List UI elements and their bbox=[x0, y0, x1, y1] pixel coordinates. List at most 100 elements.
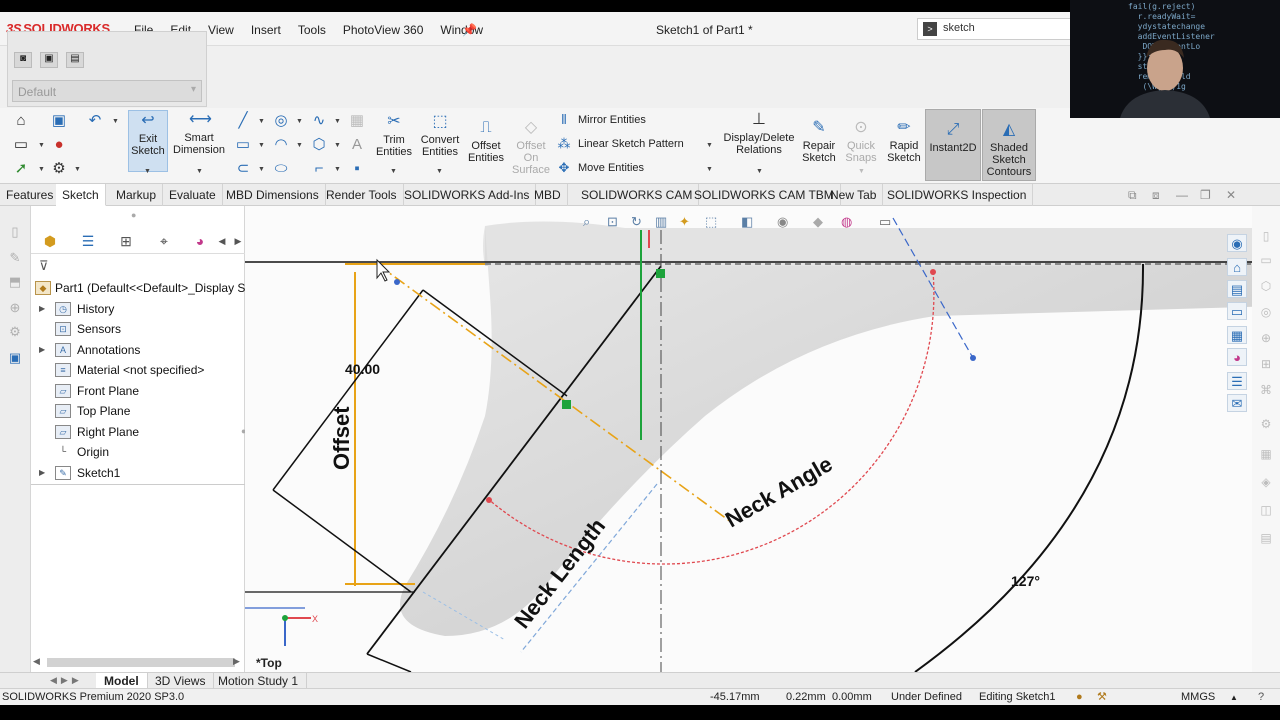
coincident-point-top[interactable] bbox=[656, 269, 665, 278]
convert-dropdown-icon[interactable]: ▼ bbox=[436, 168, 443, 175]
search-box[interactable]: > bbox=[917, 18, 1087, 40]
custom-properties-icon[interactable]: ☰ bbox=[1227, 372, 1247, 390]
filter-icon[interactable]: ⊽ bbox=[39, 258, 49, 274]
tab-solidworks-cam-tbm[interactable]: SOLIDWORKS CAM TBM bbox=[688, 184, 841, 206]
quick-snaps-dropdown-icon[interactable]: ▼ bbox=[858, 168, 865, 175]
trim-entities-button[interactable]: ✂ Trim Entities bbox=[372, 112, 416, 172]
appearances-icon[interactable]: ▦ bbox=[1227, 326, 1247, 344]
tree-item-top-plane[interactable]: ▱ Top Plane bbox=[31, 401, 245, 421]
rebuild-icon[interactable]: ● bbox=[50, 136, 68, 154]
dimension-40-label[interactable]: 40.00 bbox=[345, 361, 380, 377]
display-style-icon[interactable]: ◧ bbox=[741, 214, 753, 230]
pattern-dropdown-icon[interactable]: ▼ bbox=[706, 142, 713, 149]
tree-item-right-plane[interactable]: ▱ Right Plane bbox=[31, 422, 245, 442]
coincident-point-mid[interactable] bbox=[562, 400, 571, 409]
polygon-dropdown-icon[interactable]: ▼ bbox=[334, 142, 341, 149]
tab-markup[interactable]: Markup bbox=[110, 184, 164, 206]
trim-dropdown-icon[interactable]: ▼ bbox=[390, 168, 397, 175]
panel-grip-icon[interactable]: ● bbox=[131, 210, 136, 220]
origin-point[interactable] bbox=[282, 615, 288, 621]
rebuild-status-icon[interactable]: ● bbox=[1076, 689, 1083, 706]
tree-item-annotations[interactable]: ▶ A Annotations bbox=[31, 340, 245, 360]
strip-r12-icon[interactable]: ▤ bbox=[1258, 530, 1274, 546]
menu-tools[interactable]: Tools bbox=[298, 23, 326, 37]
dynamic-annotation-icon[interactable]: ✦ bbox=[679, 214, 690, 230]
tree-item-history[interactable]: ▶ ◷ History bbox=[31, 299, 245, 319]
tab-solidworks-addins[interactable]: SOLIDWORKS Add-Ins bbox=[398, 184, 537, 206]
display-manager-tab-icon[interactable]: ◕ bbox=[191, 232, 209, 250]
rapid-sketch-button[interactable]: ✏ Rapid Sketch bbox=[884, 118, 924, 172]
rectangle-dropdown-icon[interactable]: ▼ bbox=[258, 142, 265, 149]
blue-point[interactable] bbox=[394, 279, 400, 285]
line-dropdown-icon[interactable]: ▼ bbox=[258, 118, 265, 125]
mirror-entities-button[interactable]: ⫴ Mirror Entities bbox=[556, 112, 646, 128]
view-settings-icon[interactable]: ▭ bbox=[879, 214, 891, 230]
relations-dropdown-icon[interactable]: ▼ bbox=[756, 168, 763, 175]
arc-dropdown-icon[interactable]: ▼ bbox=[296, 142, 303, 149]
spline-dropdown-icon[interactable]: ▼ bbox=[334, 118, 341, 125]
tab-sketch[interactable]: Sketch bbox=[56, 184, 106, 206]
zoom-to-fit-icon[interactable]: ⌕ bbox=[583, 214, 590, 230]
sketch-line-end[interactable] bbox=[366, 653, 412, 672]
angle-127-label[interactable]: 127° bbox=[1011, 573, 1040, 589]
select-dropdown-icon[interactable]: ▼ bbox=[38, 166, 45, 173]
strip-r11-icon[interactable]: ◫ bbox=[1258, 502, 1274, 518]
dimxpert-tab-icon[interactable]: ⌖ bbox=[155, 232, 173, 250]
red-endpoint[interactable] bbox=[930, 269, 936, 275]
help-icon[interactable]: ? bbox=[1258, 689, 1264, 706]
pin-icon[interactable]: 📌 bbox=[462, 23, 477, 37]
zoom-area-icon[interactable]: ⊡ bbox=[607, 214, 618, 230]
apply-scene-icon[interactable]: ◍ bbox=[841, 214, 852, 230]
design-library-icon[interactable]: ⌂ bbox=[1227, 258, 1247, 276]
new-document-icon[interactable]: ▭ bbox=[12, 136, 30, 154]
strip-r1-icon[interactable]: ▯ bbox=[1258, 228, 1274, 244]
strip-r4-icon[interactable]: ◎ bbox=[1258, 304, 1274, 320]
red-arc-endpoint[interactable] bbox=[486, 497, 492, 503]
rectangle-icon[interactable]: ▭ bbox=[234, 136, 252, 154]
strip-document-icon[interactable]: ▯ bbox=[7, 224, 23, 240]
slot-dropdown-icon[interactable]: ▼ bbox=[258, 166, 265, 173]
tab-model[interactable]: Model bbox=[96, 673, 148, 689]
options-gear-icon[interactable]: ⚙ bbox=[50, 160, 68, 178]
strip-r9-icon[interactable]: ▦ bbox=[1258, 446, 1274, 462]
view-orientation-icon[interactable]: ⬚ bbox=[705, 214, 717, 230]
circle-dropdown-icon[interactable]: ▼ bbox=[296, 118, 303, 125]
tree-item-sensors[interactable]: ⊡ Sensors bbox=[31, 319, 245, 339]
strip-camera-icon[interactable]: ▣ bbox=[7, 350, 23, 366]
tab-render-tools[interactable]: Render Tools bbox=[320, 184, 404, 206]
tab-features[interactable]: Features bbox=[0, 184, 61, 206]
edit-appearance-icon[interactable]: ◆ bbox=[813, 214, 823, 230]
minimize-icon[interactable]: — bbox=[1176, 188, 1188, 202]
angle-127-arc[interactable] bbox=[914, 263, 1145, 672]
offset-on-surface-button[interactable]: ◇ Offset On Surface bbox=[510, 118, 552, 182]
slot-icon[interactable]: ⊂ bbox=[234, 160, 252, 178]
menu-view[interactable]: View bbox=[208, 23, 234, 37]
strip-r5-icon[interactable]: ⊕ bbox=[1258, 330, 1274, 346]
view-palette-icon[interactable]: ▭ bbox=[1227, 302, 1247, 320]
display-delete-relations-button[interactable]: ⊥ Display/Delete Relations bbox=[722, 110, 796, 172]
move-dropdown-icon[interactable]: ▼ bbox=[706, 166, 713, 173]
fillet-dropdown-icon[interactable]: ▼ bbox=[334, 166, 341, 173]
configuration-select[interactable]: Default ▾ bbox=[12, 80, 202, 102]
restore-panel-icon[interactable]: ⧉ bbox=[1128, 188, 1137, 203]
tree-item-sketch1[interactable]: ▶ ✎ Sketch1 bbox=[31, 463, 245, 483]
menu-photoview[interactable]: PhotoView 360 bbox=[343, 23, 424, 37]
forum-icon[interactable]: ✉ bbox=[1227, 394, 1247, 412]
tab-new-tab[interactable]: New Tab bbox=[824, 184, 884, 206]
tab-nav-arrows-icon[interactable]: ◀▶▶ bbox=[50, 675, 83, 686]
strip-r10-icon[interactable]: ◈ bbox=[1258, 474, 1274, 490]
strip-sketch-icon[interactable]: ✎ bbox=[7, 250, 23, 266]
expand-icon[interactable]: ▶ bbox=[39, 340, 45, 360]
smart-dimension-dropdown-icon[interactable]: ▼ bbox=[196, 168, 203, 175]
save-icon[interactable]: ▣ bbox=[50, 112, 68, 130]
convert-entities-button[interactable]: ⬚ Convert Entities bbox=[418, 112, 462, 172]
offset-entities-button[interactable]: ⎍ Offset Entities bbox=[464, 118, 508, 172]
unit-system[interactable]: MMGS bbox=[1181, 689, 1215, 706]
section-view-icon[interactable]: ▥ bbox=[655, 214, 667, 230]
linear-sketch-pattern-button[interactable]: ⁂ Linear Sketch Pattern bbox=[556, 136, 684, 152]
expand-icon[interactable]: ▶ bbox=[39, 463, 45, 483]
move-entities-button[interactable]: ✥ Move Entities bbox=[556, 160, 644, 176]
render-icon[interactable]: ▣ bbox=[40, 52, 58, 68]
circle-icon[interactable]: ◎ bbox=[272, 112, 290, 130]
line-icon[interactable]: ╱ bbox=[234, 112, 252, 130]
